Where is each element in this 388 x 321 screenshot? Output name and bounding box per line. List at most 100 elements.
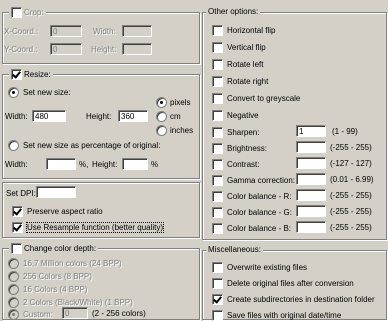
sharpen-input[interactable]: 1 [296,125,326,137]
unit-pixels-option[interactable]: pixels [156,97,190,108]
vertical-flip-checkbox[interactable] [212,42,223,53]
rotate-right-label: Rotate right [227,77,269,86]
save-date-checkbox[interactable] [212,310,223,321]
crop-checkbox[interactable] [11,7,22,18]
percent-sign-2: % [151,160,159,169]
horizontal-flip-option[interactable]: Horizontal flip [212,25,275,36]
balance-b-option[interactable]: Color balance - B: [212,223,291,234]
resize-width-input[interactable]: 480 [32,110,66,122]
crop-legend: Crop: [9,7,46,18]
contrast-option[interactable]: Contrast: [212,159,259,170]
balance-r-input[interactable] [296,189,326,201]
color-24bpp-radio[interactable] [8,258,19,269]
resize-height-input[interactable]: 360 [118,110,148,122]
negative-option[interactable]: Negative [212,110,259,121]
contrast-input[interactable] [296,157,326,169]
balance-b-input[interactable] [296,221,326,233]
create-subdirs-option[interactable]: Create subdirectories in destination fol… [212,294,375,305]
unit-inches-radio[interactable] [156,125,167,136]
gamma-label: Gamma correction: [227,176,296,185]
color-option-custom[interactable]: Custom: [8,309,53,320]
create-subdirs-checkbox[interactable] [212,294,223,305]
unit-cm-radio[interactable] [156,111,167,122]
sharpen-option[interactable]: Sharpen: [212,127,259,138]
rotate-right-checkbox[interactable] [212,76,223,87]
percent-size-option[interactable]: Set new size as percentage of original: [8,140,160,151]
crop-height-input[interactable] [122,43,152,55]
percent-sign-1: %, [79,160,89,169]
resize-height-label: Height: [86,112,112,121]
set-new-size-option[interactable]: Set new size: [8,87,71,98]
balance-r-option[interactable]: Color balance - R: [212,191,291,202]
rotate-left-option[interactable]: Rotate left [212,59,263,70]
unit-cm-option[interactable]: cm [156,111,181,122]
set-new-size-radio[interactable] [8,87,19,98]
color-custom-label: Custom: [23,310,53,319]
crop-width-label: Width: [93,27,116,36]
vertical-flip-option[interactable]: Vertical flip [212,42,266,53]
brightness-checkbox[interactable] [212,143,223,154]
save-date-option[interactable]: Save files with original date/time [212,310,341,321]
gamma-option[interactable]: Gamma correction: [212,175,295,186]
crop-width-input[interactable] [122,25,152,37]
color-custom-radio[interactable] [8,309,19,320]
gamma-checkbox[interactable] [212,175,223,186]
color-custom-input[interactable]: 0 [62,307,88,319]
resize-checkbox[interactable] [11,69,22,80]
negative-checkbox[interactable] [212,110,223,121]
misc-label: Miscellaneous: [206,245,263,254]
color-4bpp-radio[interactable] [8,284,19,295]
resample-option[interactable]: Use Resample function (better quality) [12,222,165,233]
dpi-input[interactable] [36,186,76,198]
delete-original-option[interactable]: Delete original files after conversion [212,278,354,289]
gamma-input[interactable] [296,173,326,185]
color-depth-label: Change color depth: [24,244,97,253]
overwrite-checkbox[interactable] [212,262,223,273]
percent-height-label: Height: [92,160,118,169]
balance-g-input[interactable] [296,205,326,217]
delete-original-checkbox[interactable] [212,278,223,289]
crop-y-label: Y-Coord.: [4,45,38,54]
balance-g-checkbox[interactable] [212,207,223,218]
crop-x-input[interactable]: 0 [50,25,82,37]
balance-g-option[interactable]: Color balance - G: [212,207,292,218]
balance-r-checkbox[interactable] [212,191,223,202]
brightness-label: Brightness: [227,144,268,153]
greyscale-checkbox[interactable] [212,93,223,104]
overwrite-option[interactable]: Overwrite existing files [212,262,307,273]
rotate-left-checkbox[interactable] [212,59,223,70]
color-1bpp-radio[interactable] [8,297,19,308]
percent-size-radio[interactable] [8,140,19,151]
percent-width-input[interactable] [46,158,76,170]
unit-pixels-radio[interactable] [156,97,167,108]
sharpen-checkbox[interactable] [212,127,223,138]
rotate-right-option[interactable]: Rotate right [212,76,268,87]
greyscale-label: Convert to greyscale [227,94,301,103]
brightness-option[interactable]: Brightness: [212,143,267,154]
greyscale-option[interactable]: Convert to greyscale [212,93,300,104]
brightness-input[interactable] [296,141,326,153]
resample-label: Use Resample function (better quality) [25,222,165,233]
overwrite-label: Overwrite existing files [227,263,308,272]
balance-b-checkbox[interactable] [212,223,223,234]
horizontal-flip-checkbox[interactable] [212,25,223,36]
color-option-8bpp[interactable]: 256 Colors (8 BPP) [8,271,92,282]
set-new-size-label: Set new size: [23,88,71,97]
contrast-checkbox[interactable] [212,159,223,170]
color-depth-checkbox[interactable] [11,243,22,254]
preserve-aspect-option[interactable]: Preserve aspect ratio [12,206,103,217]
create-subdirs-label: Create subdirectories in destination fol… [227,295,375,304]
balance-r-range: (-255 - 255) [330,191,372,200]
color-option-4bpp[interactable]: 16 Colors (4 BPP) [8,284,87,295]
preserve-aspect-checkbox[interactable] [12,206,23,217]
color-8bpp-radio[interactable] [8,271,19,282]
crop-y-input[interactable]: 0 [50,43,82,55]
unit-inches-option[interactable]: inches [156,125,193,136]
color-option-24bpp[interactable]: 16,7 Million colors (24 BPP) [8,258,122,269]
gamma-range: (0.01 - 6.99) [330,175,374,184]
crop-label: Crop: [24,8,44,17]
percent-height-input[interactable] [122,158,148,170]
resample-checkbox[interactable] [12,222,23,233]
resize-width-label: Width: [5,112,28,121]
brightness-range: (-255 - 255) [330,143,372,152]
